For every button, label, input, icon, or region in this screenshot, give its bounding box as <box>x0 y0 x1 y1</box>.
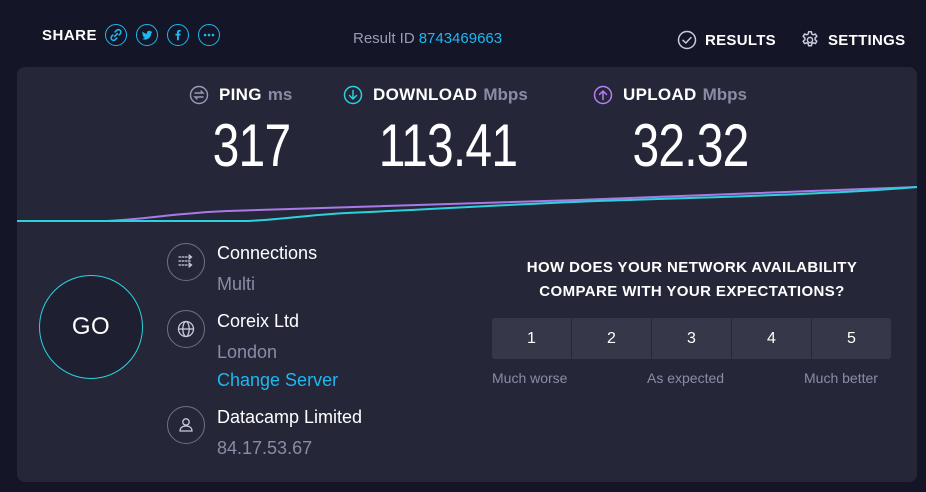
connections-title: Connections <box>217 243 318 263</box>
connections-value[interactable]: Multi <box>217 274 255 295</box>
results-panel: PING ms 317 DOWNLOAD Mbps 113.41 UPLOAD … <box>17 67 917 482</box>
settings-button[interactable]: SETTINGS <box>800 30 905 50</box>
upload-graph-line <box>17 186 917 222</box>
server-location: London <box>217 342 278 362</box>
connections-icon <box>167 243 205 281</box>
scale-mid-label: As expected <box>647 370 725 386</box>
rating-button-2[interactable]: 2 <box>572 318 651 359</box>
download-metric: DOWNLOAD Mbps 113.41 <box>343 83 553 179</box>
survey-question-line1: HOW DOES YOUR NETWORK AVAILABILITY <box>526 259 858 276</box>
download-label: DOWNLOAD <box>373 85 478 104</box>
user-icon <box>167 406 205 444</box>
upload-value: 32.32 <box>632 112 749 179</box>
top-bar: SHARE Result ID 8743469663 RESULTS SETTI… <box>0 0 926 68</box>
download-value: 113.41 <box>378 112 518 179</box>
server-name: Coreix Ltd <box>217 311 300 331</box>
go-button[interactable]: GO <box>39 275 143 379</box>
rating-button-4[interactable]: 4 <box>732 318 811 359</box>
more-icon[interactable] <box>198 24 221 46</box>
ping-label: PING <box>219 85 262 104</box>
gear-icon <box>802 31 818 47</box>
results-button[interactable]: RESULTS <box>677 30 776 50</box>
check-circle-icon <box>677 30 697 50</box>
facebook-icon[interactable] <box>167 24 190 46</box>
twitter-icon[interactable] <box>136 24 159 46</box>
result-id-value[interactable]: 8743469663 <box>419 30 502 47</box>
share-group: SHARE <box>42 24 229 46</box>
ping-metric: PING ms 317 <box>189 83 314 179</box>
ping-unit: ms <box>267 85 293 104</box>
globe-icon <box>167 310 205 348</box>
share-label: SHARE <box>42 26 98 44</box>
settings-label: SETTINGS <box>828 31 906 49</box>
ping-icon <box>189 85 209 105</box>
upload-icon <box>593 85 613 105</box>
upload-metric: UPLOAD Mbps 32.32 <box>593 83 788 179</box>
result-id-label: Result ID <box>353 30 415 47</box>
download-icon <box>343 85 363 105</box>
upload-label: UPLOAD <box>623 85 697 104</box>
download-unit: Mbps <box>483 85 528 104</box>
upload-unit: Mbps <box>702 85 747 104</box>
speed-graph <box>17 186 917 222</box>
result-id: Result ID 8743469663 <box>353 30 502 47</box>
rating-button-1[interactable]: 1 <box>492 318 571 359</box>
rating-button-3[interactable]: 3 <box>652 318 731 359</box>
link-icon[interactable] <box>105 24 128 46</box>
results-label: RESULTS <box>705 31 776 49</box>
rating-button-5[interactable]: 5 <box>812 318 891 359</box>
survey-question-line2: COMPARE WITH YOUR EXPECTATIONS? <box>539 283 845 300</box>
survey-question: HOW DOES YOUR NETWORK AVAILABILITY COMPA… <box>492 256 892 304</box>
ping-value: 317 <box>212 112 291 179</box>
provider-name: Datacamp Limited <box>217 407 363 427</box>
rating-scale: 1 2 3 4 5 <box>492 318 891 359</box>
change-server-link[interactable]: Change Server <box>217 370 338 391</box>
scale-high-label: Much better <box>804 370 878 386</box>
scale-low-label: Much worse <box>492 370 568 386</box>
provider-ip: 84.17.53.67 <box>217 438 313 458</box>
